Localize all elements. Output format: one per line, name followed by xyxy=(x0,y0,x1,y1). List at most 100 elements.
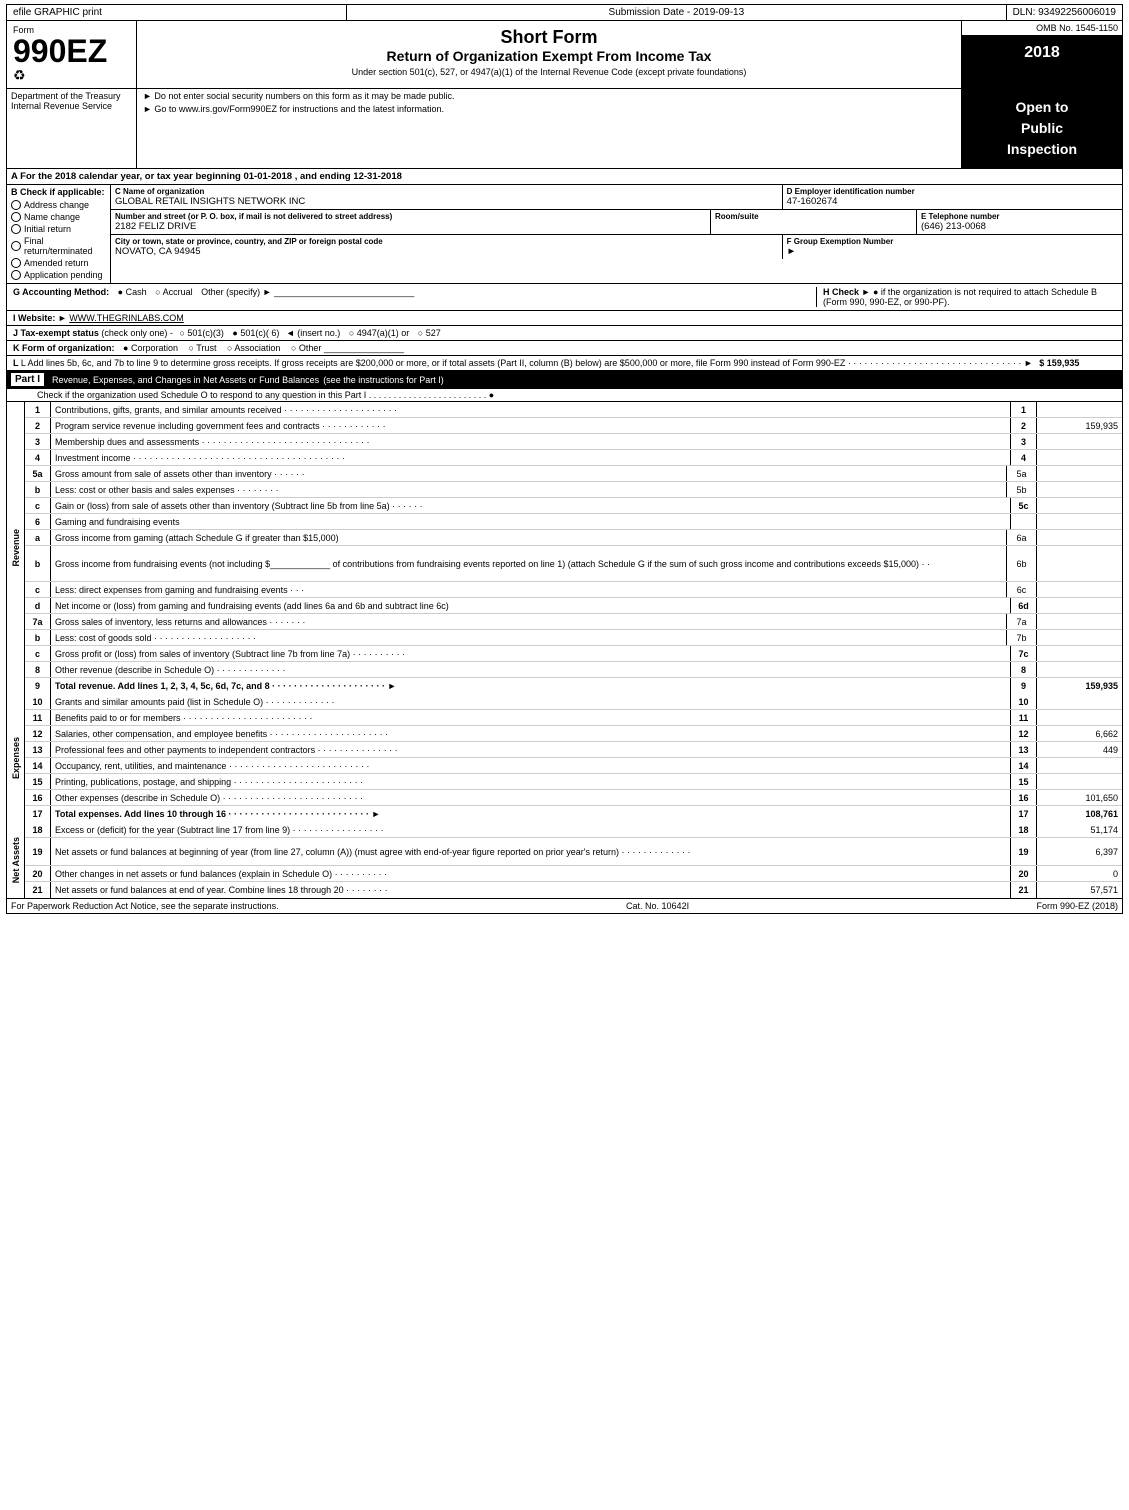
net-assets-rows: 18 Excess or (deficit) for the year (Sub… xyxy=(25,822,1122,898)
l-label: L xyxy=(13,358,21,368)
l-dots: · · · · · · · · · · · · · · · · · · · · … xyxy=(848,358,1033,368)
table-row: 20 Other changes in net assets or fund b… xyxy=(25,866,1122,882)
row-desc-14: Occupancy, rent, utilities, and maintena… xyxy=(51,758,1011,773)
g-accrual: ○ Accrual xyxy=(155,287,192,297)
revenue-label-text: Revenue xyxy=(11,529,21,567)
d-value: 47-1602674 xyxy=(787,196,1118,207)
row-linenum-3: 3 xyxy=(1011,434,1037,449)
g-label: G Accounting Method: xyxy=(13,287,109,297)
row-linenum-14: 14 xyxy=(1011,758,1037,773)
row-desc-6a: Gross income from gaming (attach Schedul… xyxy=(51,530,1007,545)
d-label: D Employer identification number xyxy=(787,187,1118,196)
form-number: 990EZ xyxy=(13,35,130,67)
row-val-13: 449 xyxy=(1037,742,1122,757)
row-desc-4: Investment income · · · · · · · · · · · … xyxy=(51,450,1011,465)
open-public-box: Open to Public Inspection xyxy=(962,89,1122,168)
k-trust: ○ Trust xyxy=(189,343,217,353)
radio-amended-return[interactable]: Amended return xyxy=(11,257,106,269)
row-desc-17: Total expenses. Add lines 10 through 16 … xyxy=(51,806,1011,822)
row-num-11: 11 xyxy=(25,710,51,725)
l-text: L Add lines 5b, 6c, and 7b to line 9 to … xyxy=(21,358,846,368)
row-val-6b xyxy=(1037,546,1122,581)
row-num-6d: d xyxy=(25,598,51,613)
final-return-label: Final return/terminated xyxy=(24,236,106,256)
row-linenum-21: 21 xyxy=(1011,882,1037,898)
omb-number: OMB No. 1545-1150 xyxy=(962,21,1122,36)
recycle-icon: ♻ xyxy=(13,67,130,84)
city-label: City or town, state or province, country… xyxy=(115,237,778,246)
f-cell: F Group Exemption Number ► xyxy=(783,235,1122,259)
part1-check-row: Check if the organization used Schedule … xyxy=(6,388,1123,401)
table-row: 12 Salaries, other compensation, and emp… xyxy=(25,726,1122,742)
row-linelabel-5b: 5b xyxy=(1007,482,1037,497)
row-desc-6d: Net income or (loss) from gaming and fun… xyxy=(51,598,1011,613)
table-row: 5a Gross amount from sale of assets othe… xyxy=(25,466,1122,482)
row-val-16: 101,650 xyxy=(1037,790,1122,805)
city-value: NOVATO, CA 94945 xyxy=(115,246,778,257)
row-linenum-2: 2 xyxy=(1011,418,1037,433)
open-public-line2: Public xyxy=(966,118,1118,139)
row-num-14: 14 xyxy=(25,758,51,773)
row-val-1 xyxy=(1037,402,1122,417)
row-linenum-6d: 6d xyxy=(1011,598,1037,613)
tax-row: J Tax-exempt status (check only one) - ○… xyxy=(6,325,1123,340)
row-num-15: 15 xyxy=(25,774,51,789)
return-title: Return of Organization Exempt From Incom… xyxy=(141,48,957,64)
radio-final-return[interactable]: Final return/terminated xyxy=(11,235,106,257)
radio-name-change[interactable]: Name change xyxy=(11,211,106,223)
table-row: b Less: cost of goods sold · · · · · · ·… xyxy=(25,630,1122,646)
section-a-text: A For the 2018 calendar year, or tax yea… xyxy=(11,171,402,182)
row-num-3: 3 xyxy=(25,434,51,449)
row-desc-18: Excess or (deficit) for the year (Subtra… xyxy=(51,822,1011,837)
radio-circle-address xyxy=(11,200,21,210)
row-num-20: 20 xyxy=(25,866,51,881)
check-applicable-panel: B Check if applicable: Address change Na… xyxy=(7,185,111,283)
row-linelabel-6c: 6c xyxy=(1007,582,1037,597)
row-val-6d xyxy=(1037,598,1122,613)
row-val-5c xyxy=(1037,498,1122,513)
tax-527: ○ 527 xyxy=(418,328,441,338)
dept-instructions: ► Do not enter social security numbers o… xyxy=(137,89,962,168)
k-assoc: ○ Association xyxy=(227,343,280,353)
d-cell: D Employer identification number 47-1602… xyxy=(783,185,1122,209)
row-num-5c: c xyxy=(25,498,51,513)
table-row: 7a Gross sales of inventory, less return… xyxy=(25,614,1122,630)
open-public-line3: Inspection xyxy=(966,139,1118,160)
g-row: G Accounting Method: ● Cash ○ Accrual Ot… xyxy=(6,283,1123,310)
radio-address-change[interactable]: Address change xyxy=(11,199,106,211)
h-box: H Check ► ● if the organization is not r… xyxy=(816,287,1116,307)
g-other: Other (specify) ► xyxy=(201,287,271,297)
row-desc-8: Other revenue (describe in Schedule O) ·… xyxy=(51,662,1011,677)
row-num-16: 16 xyxy=(25,790,51,805)
net-assets-side-label: Net Assets xyxy=(7,822,25,898)
row-linenum-9: 9 xyxy=(1011,678,1037,694)
row-linelabel-7a: 7a xyxy=(1007,614,1037,629)
k-other: ○ Other xyxy=(291,343,321,353)
check-applicable-label: B Check if applicable: xyxy=(11,187,106,197)
radio-circle-initial xyxy=(11,224,21,234)
street-value: 2182 FELIZ DRIVE xyxy=(115,221,706,232)
short-form-title: Short Form xyxy=(141,27,957,48)
row-num-6c: c xyxy=(25,582,51,597)
table-row: b Gross income from fundraising events (… xyxy=(25,546,1122,582)
row-val-8 xyxy=(1037,662,1122,677)
row-val-7b xyxy=(1037,630,1122,645)
row-val-14 xyxy=(1037,758,1122,773)
tax-insert: ◄ (insert no.) xyxy=(286,328,340,338)
top-bar: efile GRAPHIC print Submission Date - 20… xyxy=(6,4,1123,20)
radio-circle-name xyxy=(11,212,21,222)
radio-circle-pending xyxy=(11,270,21,280)
row-num-17: 17 xyxy=(25,806,51,822)
radio-initial-return[interactable]: Initial return xyxy=(11,223,106,235)
table-row: 15 Printing, publications, postage, and … xyxy=(25,774,1122,790)
row-desc-10: Grants and similar amounts paid (list in… xyxy=(51,694,1011,709)
tax-501c3: ○ 501(c)(3) xyxy=(179,328,223,338)
table-row: b Less: cost or other basis and sales ex… xyxy=(25,482,1122,498)
table-row: c Gain or (loss) from sale of assets oth… xyxy=(25,498,1122,514)
row-num-2: 2 xyxy=(25,418,51,433)
radio-application-pending[interactable]: Application pending xyxy=(11,269,106,281)
row-num-7a: 7a xyxy=(25,614,51,629)
row-linelabel-5a: 5a xyxy=(1007,466,1037,481)
row-val-7c xyxy=(1037,646,1122,661)
table-row: 6 Gaming and fundraising events xyxy=(25,514,1122,530)
